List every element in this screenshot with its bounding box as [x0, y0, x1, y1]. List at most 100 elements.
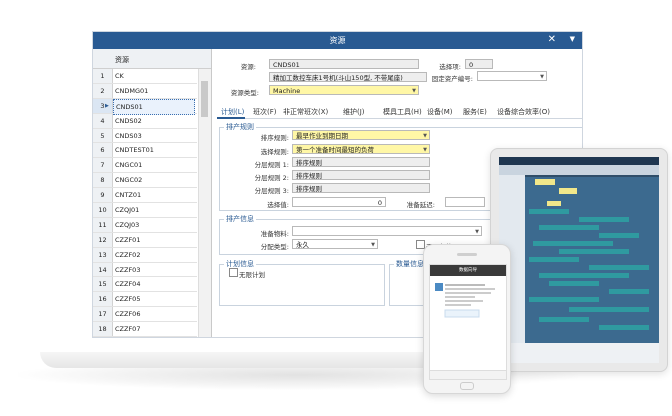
chevron-down-icon: ▼ — [540, 74, 544, 80]
type-value: Machine — [273, 87, 301, 95]
row-number: 12 — [93, 232, 113, 247]
tab-7[interactable]: 设备综合效率(O) — [497, 107, 550, 117]
resource-cell: CZZF02 — [115, 250, 141, 259]
tie-rule-3-field[interactable]: 排序规则 — [292, 183, 430, 193]
table-row[interactable]: 3 CNDS01 ▶ — [93, 98, 197, 115]
window-titlebar: 资源 ✕ ▼ — [93, 32, 582, 49]
phone-device: 数据向导 — [423, 244, 511, 394]
resource-cell: CNDS02 — [115, 116, 142, 125]
alloc-type-select[interactable]: 永久 ▼ — [292, 239, 378, 249]
row-number: 6 — [93, 143, 113, 158]
scheduling-rules-title: 排产规则 — [224, 122, 256, 132]
table-row[interactable]: 18 CZZF07 — [93, 322, 197, 337]
row-number: 7 — [93, 158, 113, 173]
gantt-screenshot — [499, 157, 659, 363]
tie-rule-2-field[interactable]: 排序规则 — [292, 170, 430, 180]
resource-cell: CK — [115, 72, 124, 80]
chevron-down-icon: ▼ — [423, 147, 427, 153]
select-rule-select[interactable]: 第一个准备时间最短的负荷 ▼ — [292, 144, 430, 154]
table-row[interactable]: 4 CNDS02 — [93, 113, 197, 129]
setup-delay-field[interactable] — [445, 197, 485, 207]
resource-cell: CZQJ03 — [115, 220, 140, 229]
tab-3[interactable]: 维护(J) — [343, 107, 365, 117]
table-row[interactable]: 17 CZZF06 — [93, 307, 197, 323]
table-row[interactable]: 14 CZZF03 — [93, 262, 197, 278]
resource-cell: CZZF05 — [115, 295, 141, 304]
tie-rule-1-field[interactable]: 排序规则 — [292, 157, 430, 167]
table-row[interactable]: 12 CZZF01 — [93, 232, 197, 248]
select-rule-label: 选择规则: — [260, 148, 289, 156]
resource-cell: CNGC01 — [115, 161, 143, 170]
table-row[interactable]: 16 CZZF05 — [93, 292, 197, 308]
sort-rule-select[interactable]: 最早作业到期日期 ▼ — [292, 130, 430, 140]
tablet-device — [490, 148, 668, 372]
row-number: 14 — [93, 262, 113, 277]
tab-5[interactable]: 设备(M) — [427, 107, 453, 117]
grid-scrollbar[interactable] — [198, 69, 211, 337]
select-item-label: 选择项: — [439, 63, 461, 71]
table-row[interactable]: 7 CNGC01 — [93, 158, 197, 174]
resource-cell: CNGC02 — [115, 176, 143, 185]
phone-title: 数据向导 — [430, 265, 506, 276]
tab-divider — [217, 118, 582, 119]
phone-home-button[interactable] — [460, 382, 474, 390]
row-number: 19 — [93, 337, 113, 338]
resource-cell: CZZF06 — [115, 310, 141, 319]
tab-1[interactable]: 班次(F) — [253, 107, 277, 117]
sort-rule-label: 排序规则: — [260, 134, 289, 142]
row-number: 3 — [93, 98, 113, 113]
type-label: 资源类型: — [230, 89, 259, 97]
material-select[interactable]: ▼ — [292, 226, 482, 236]
phone-message-lines — [435, 283, 495, 318]
table-row[interactable]: 9 CNTZ01 — [93, 188, 197, 204]
close-icon[interactable]: ✕ — [548, 34, 556, 45]
select-item-field[interactable]: 0 — [465, 59, 493, 69]
row-number: 2 — [93, 83, 113, 98]
chevron-down-icon: ▼ — [475, 229, 479, 235]
table-row[interactable]: 1 CK — [93, 69, 197, 84]
dropdown-chevron-icon[interactable]: ▼ — [570, 35, 575, 43]
asset-number-select[interactable]: ▼ — [477, 71, 547, 81]
tie-rule-1-label: 分层规则 1: — [254, 161, 289, 169]
quantity-info-title: 数量信息 — [394, 259, 426, 269]
table-row[interactable]: 5 CNDS03 — [93, 128, 197, 144]
row-number: 4 — [93, 113, 113, 128]
resource-cell: CNDS03 — [115, 131, 142, 140]
row-number: 11 — [93, 217, 113, 232]
grid-header: 资源 — [93, 49, 211, 69]
table-row[interactable]: 6 CNDTEST01 — [93, 143, 197, 159]
resource-field[interactable]: CNDS01 — [269, 59, 419, 69]
tab-0[interactable]: 计划(L) — [221, 107, 244, 117]
row-number: 17 — [93, 307, 113, 322]
current-row-icon: ▶ — [105, 102, 109, 109]
setup-delay-label: 准备延迟: — [406, 201, 435, 209]
phone-footer — [430, 370, 506, 379]
table-row[interactable]: 15 CZZF04 — [93, 277, 197, 293]
table-row[interactable]: 10 CZQJ01 — [93, 203, 197, 218]
grid-header-label: 资源 — [115, 56, 129, 64]
window-title: 资源 — [329, 36, 346, 45]
material-label: 准备物料: — [260, 230, 289, 238]
row-number: 10 — [93, 203, 113, 217]
resource-label: 资源: — [240, 63, 256, 71]
resource-cell: CZZF08 — [115, 337, 140, 338]
alloc-type-label: 分配类型: — [260, 243, 289, 251]
resource-cell: CZZF07 — [115, 325, 141, 334]
tab-2[interactable]: 非正常班次(X) — [283, 107, 328, 117]
tie-rule-3-label: 分层规则 3: — [254, 187, 289, 195]
description-field[interactable]: 精加工数控车床1号机(斗山150型, 不带尾座) — [269, 72, 427, 82]
tab-4[interactable]: 模具工具(H) — [383, 107, 422, 117]
active-tab-underline — [217, 117, 245, 119]
select-value-field[interactable]: 0 — [292, 197, 386, 207]
row-number: 9 — [93, 188, 113, 203]
table-row[interactable]: 19CZZF08 — [93, 337, 197, 338]
no-plan-checkbox[interactable] — [229, 268, 238, 277]
table-row[interactable]: 11 CZQJ03 — [93, 217, 197, 233]
type-select[interactable]: Machine ▼ — [269, 85, 419, 95]
tab-6[interactable]: 服务(E) — [463, 107, 487, 117]
scrollbar-thumb[interactable] — [201, 81, 208, 117]
table-row[interactable]: 8 CNGC02 — [93, 173, 197, 189]
tie-rule-2-label: 分层规则 2: — [254, 174, 289, 182]
table-row[interactable]: 2 CNDMG01 — [93, 83, 197, 99]
table-row[interactable]: 13 CZZF02 — [93, 247, 197, 263]
